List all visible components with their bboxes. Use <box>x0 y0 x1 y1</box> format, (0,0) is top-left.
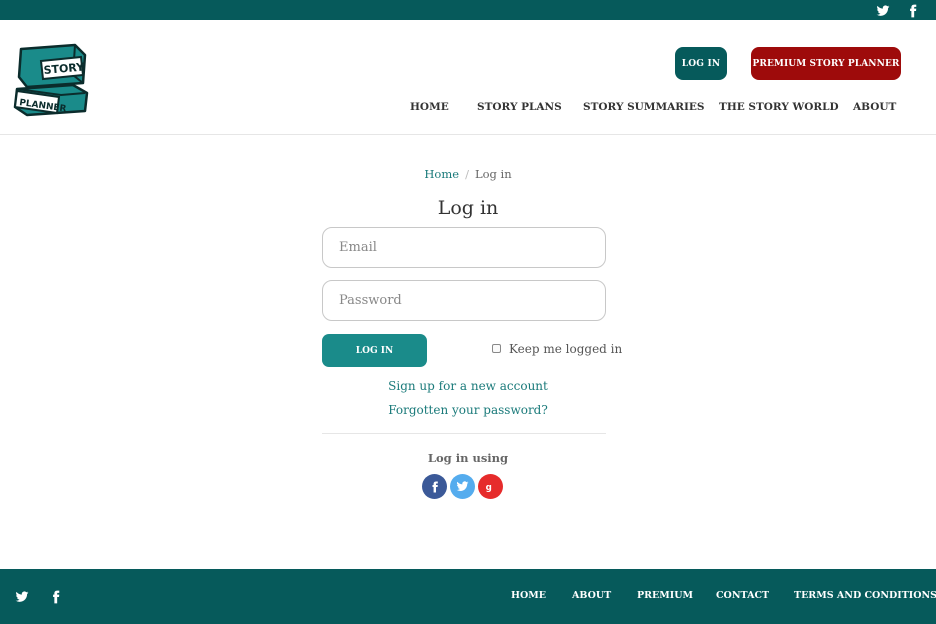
nav-home[interactable]: HOME <box>410 101 449 113</box>
forgot-password-link-row: Forgotten your password? <box>0 403 936 417</box>
premium-story-planner-button[interactable]: PREMIUM STORY PLANNER <box>751 47 901 80</box>
breadcrumb-current: Log in <box>474 167 512 181</box>
keep-logged-in[interactable]: Keep me logged in <box>492 342 622 356</box>
breadcrumb: Home / Log in <box>0 167 936 181</box>
facebook-icon[interactable] <box>906 3 920 18</box>
breadcrumb-separator: / <box>465 167 469 181</box>
forgot-password-link[interactable]: Forgotten your password? <box>388 403 548 417</box>
social-login-buttons: g <box>422 474 506 499</box>
nav-story-plans[interactable]: STORY PLANS <box>477 101 562 113</box>
google-plus-login-button[interactable]: g <box>478 474 503 499</box>
twitter-icon[interactable] <box>15 589 29 603</box>
top-social-links <box>876 3 936 18</box>
password-input[interactable] <box>322 280 606 321</box>
breadcrumb-home-link[interactable]: Home <box>424 167 459 181</box>
facebook-login-button[interactable] <box>422 474 447 499</box>
footer-nav-about[interactable]: ABOUT <box>572 590 611 601</box>
twitter-login-button[interactable] <box>450 474 475 499</box>
nav-story-summaries[interactable]: STORY SUMMARIES <box>583 101 704 113</box>
top-bar <box>0 0 936 20</box>
svg-text:g: g <box>486 483 492 493</box>
page-title: Log in <box>437 197 499 219</box>
signup-link-row: Sign up for a new account <box>0 379 936 393</box>
form-divider <box>322 433 606 434</box>
footer-nav-terms[interactable]: TERMS AND CONDITIONS <box>794 590 936 601</box>
footer-social-links <box>15 589 83 604</box>
facebook-icon <box>432 481 438 492</box>
footer-nav-home[interactable]: HOME <box>511 590 546 601</box>
facebook-icon[interactable] <box>49 589 63 604</box>
nav-the-story-world[interactable]: THE STORY WORLD <box>719 101 839 113</box>
main-nav: HOME STORY PLANS STORY SUMMARIES THE STO… <box>0 101 936 117</box>
signup-link[interactable]: Sign up for a new account <box>388 379 548 393</box>
login-submit-button[interactable]: LOG IN <box>322 334 427 367</box>
nav-about[interactable]: ABOUT <box>853 101 896 113</box>
footer-nav-premium[interactable]: PREMIUM <box>637 590 693 601</box>
twitter-icon[interactable] <box>876 3 890 17</box>
site-header: STORY PLANNER LOG IN PREMIUM STORY PLANN… <box>0 20 936 135</box>
keep-logged-in-label[interactable]: Keep me logged in <box>509 342 622 356</box>
header-login-button[interactable]: LOG IN <box>675 47 727 80</box>
login-using-label: Log in using <box>427 451 509 465</box>
keep-logged-in-checkbox[interactable] <box>492 343 501 353</box>
site-footer: HOME ABOUT PREMIUM CONTACT TERMS AND CON… <box>0 569 936 624</box>
email-input[interactable] <box>322 227 606 268</box>
twitter-icon <box>456 481 469 491</box>
google-plus-icon: g <box>486 483 492 493</box>
footer-nav-contact[interactable]: CONTACT <box>716 590 769 601</box>
